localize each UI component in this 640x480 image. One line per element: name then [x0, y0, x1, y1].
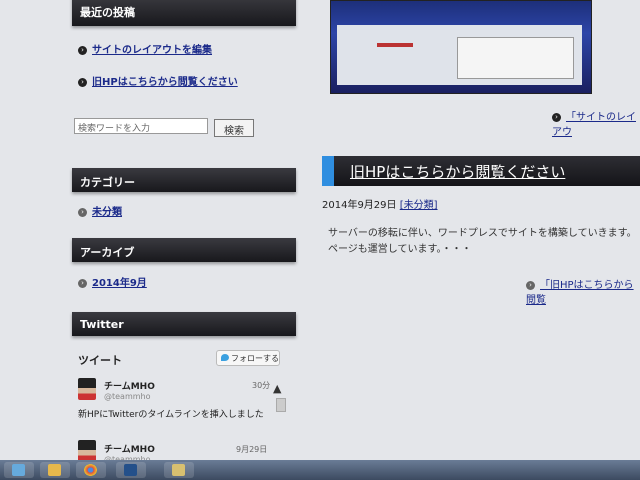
follow-button-label: フォローする	[231, 354, 279, 363]
recent-post-item[interactable]: › 旧HPはこちらから閲覧ください	[78, 73, 238, 88]
post-category-link[interactable]: [未分類]	[400, 200, 438, 211]
post-excerpt-line: サーバーの移転に伴い、ワードプレスでサイトを構築していきます。	[328, 228, 637, 239]
read-more-row[interactable]: › 「旧HPはこちらから閲覧	[526, 276, 640, 306]
chrome-icon	[84, 464, 97, 476]
tweet-time[interactable]: 9月29日	[236, 444, 267, 455]
search-input[interactable]: 検索ワードを入力	[74, 118, 208, 134]
chevron-right-icon: ›	[78, 278, 87, 288]
chevron-right-icon: ›	[78, 77, 87, 87]
thumbnail-dialog	[457, 37, 574, 79]
taskbar	[0, 460, 640, 480]
tweets-label: ツイート	[78, 354, 122, 367]
avatar[interactable]	[78, 440, 96, 462]
post-title-bar: 旧HPはこちらから閲覧ください	[322, 156, 640, 186]
recent-post-link[interactable]: サイトのレイアウトを編集	[92, 45, 212, 56]
archive-link[interactable]: 2014年9月	[92, 278, 147, 289]
archive-item[interactable]: › 2014年9月	[78, 274, 147, 289]
app-icon	[172, 464, 185, 476]
prev-post-link[interactable]: 「サイトのレイアウ	[552, 112, 636, 138]
post-meta: 2014年9月29日 [未分類]	[322, 196, 438, 211]
category-item[interactable]: › 未分類	[78, 203, 122, 218]
recent-post-item[interactable]: › サイトのレイアウトを編集	[78, 41, 212, 56]
title-accent	[322, 156, 334, 186]
post-date: 2014年9月29日	[322, 200, 397, 211]
chevron-right-icon: ›	[552, 112, 561, 122]
taskbar-explorer-button[interactable]	[40, 462, 70, 478]
tweet-author[interactable]: チームMHO	[104, 442, 155, 455]
post-thumbnail[interactable]	[330, 0, 592, 94]
avatar[interactable]	[78, 378, 96, 400]
post-excerpt: サーバーの移転に伴い、ワードプレスでサイトを構築していきます。 ページも運営して…	[328, 226, 640, 258]
windows-icon	[12, 464, 25, 476]
scroll-up-icon[interactable]: ▲	[273, 382, 281, 395]
chevron-right-icon: ›	[78, 207, 87, 217]
categories-heading: カテゴリー	[72, 168, 296, 192]
thumbnail-detail	[377, 43, 413, 47]
chevron-right-icon: ›	[78, 45, 87, 55]
twitter-heading: Twitter	[72, 312, 296, 336]
follow-button[interactable]: フォローする	[216, 350, 280, 366]
search-button[interactable]: 検索	[214, 119, 254, 137]
folder-icon	[48, 464, 61, 476]
prev-post-link-row[interactable]: › 「サイトのレイアウ	[552, 108, 640, 138]
app-icon	[124, 464, 137, 476]
taskbar-app-button[interactable]	[164, 462, 194, 478]
taskbar-chrome-button[interactable]	[76, 462, 106, 478]
tweet-handle[interactable]: @teammho	[104, 392, 151, 401]
tweet-time[interactable]: 30分	[252, 380, 270, 391]
sidebar: 最近の投稿 › サイトのレイアウトを編集 › 旧HPはこちらから閲覧ください 検索ワ…	[0, 0, 300, 464]
thumbnail-screenshot	[337, 25, 582, 85]
tweet-text: 新HPにTwitterのタイムラインを挿入しました	[78, 410, 264, 420]
taskbar-app-button[interactable]	[116, 462, 146, 478]
tweet-author[interactable]: チームMHO	[104, 379, 155, 392]
read-more-link[interactable]: 「旧HPはこちらから閲覧	[526, 280, 634, 306]
post-excerpt-line: ページも運営しています。・・・	[328, 244, 472, 255]
twitter-bird-icon	[221, 354, 229, 361]
taskbar-start-button[interactable]	[4, 462, 34, 478]
category-link[interactable]: 未分類	[92, 207, 122, 218]
recent-post-link[interactable]: 旧HPはこちらから閲覧ください	[92, 77, 238, 88]
chevron-right-icon: ›	[526, 280, 535, 290]
recent-posts-heading: 最近の投稿	[72, 0, 296, 26]
scrollbar[interactable]	[276, 398, 286, 412]
archive-heading: アーカイブ	[72, 238, 296, 262]
post-title-link[interactable]: 旧HPはこちらから閲覧ください	[350, 161, 565, 182]
